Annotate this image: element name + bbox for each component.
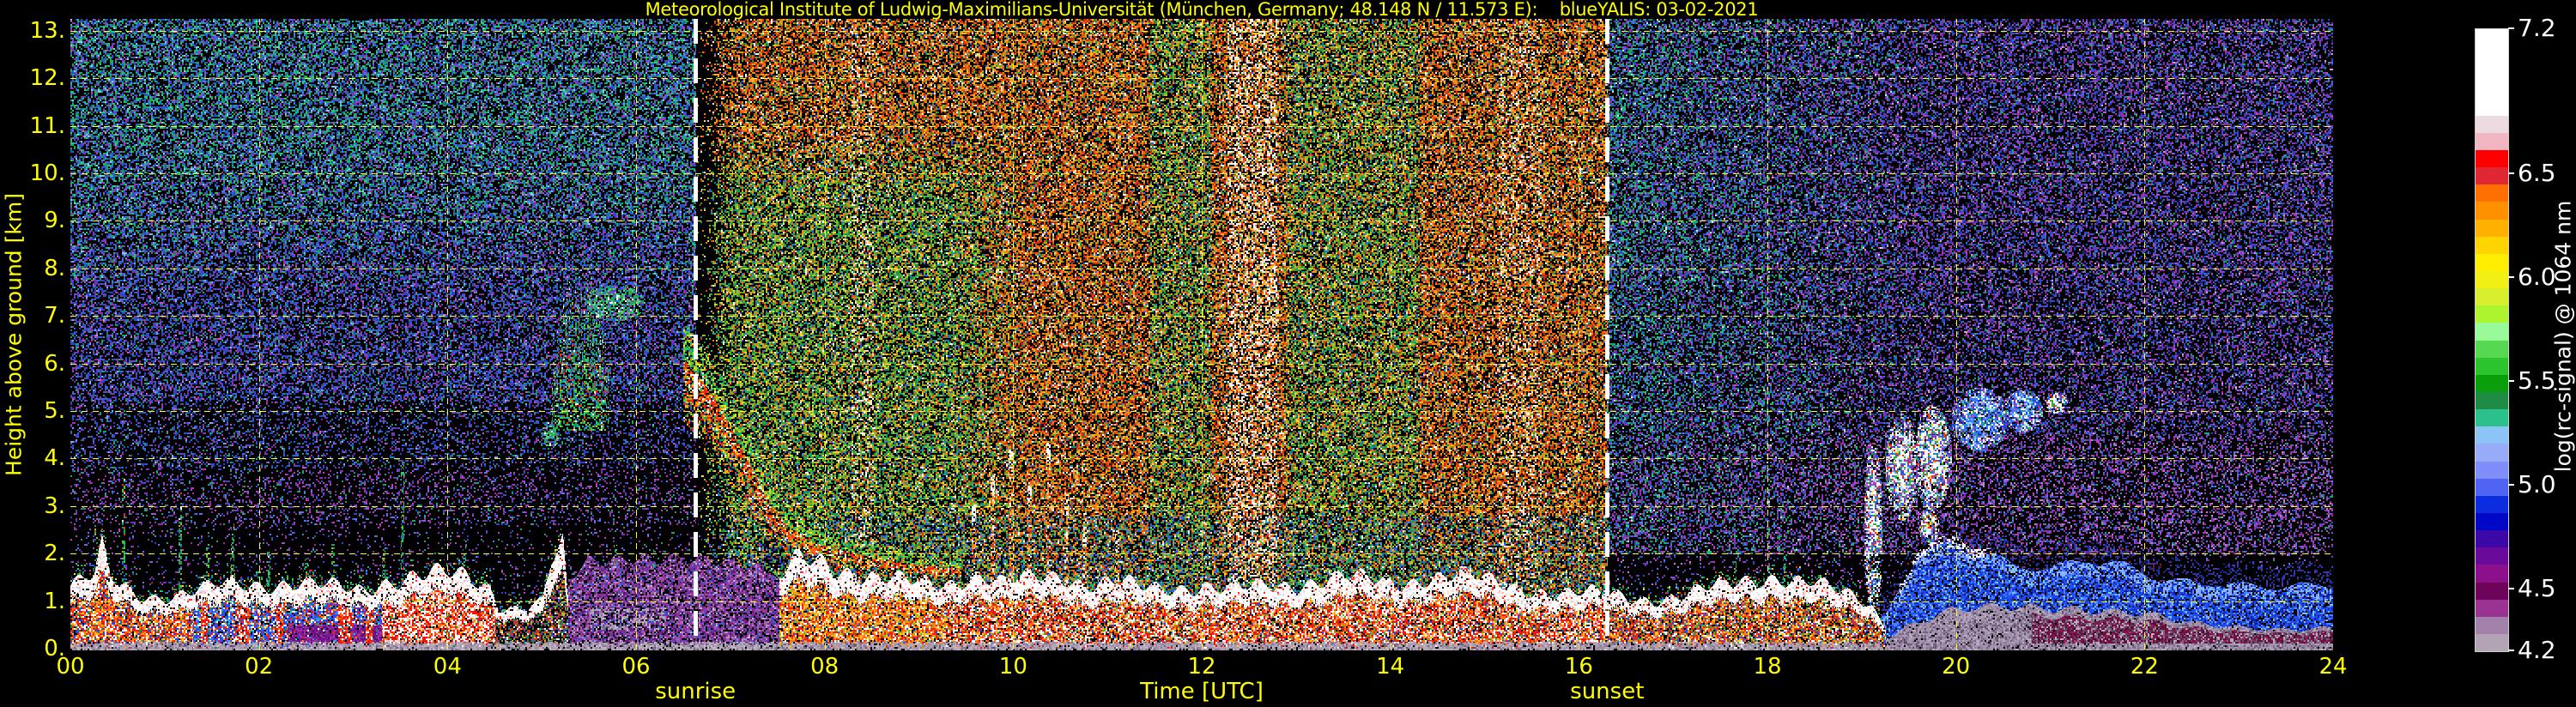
colorbar-segment xyxy=(2476,513,2508,530)
colorbar-tick-label: 5.0 xyxy=(2518,472,2556,498)
y-tick: 1. xyxy=(0,589,65,614)
colorbar-segment xyxy=(2476,99,2508,116)
colorbar-segment xyxy=(2476,150,2508,167)
colorbar-tickmark xyxy=(2508,650,2514,651)
sunrise-label: sunrise xyxy=(609,679,781,704)
colorbar xyxy=(2475,28,2509,652)
colorbar-segment xyxy=(2476,462,2508,479)
colorbar-tickmark xyxy=(2508,276,2514,278)
colorbar-segment xyxy=(2476,392,2508,409)
lidar-quicklook-figure: Meteorological Institute of Ludwig-Maxim… xyxy=(0,0,2576,707)
colorbar-tickmark xyxy=(2508,172,2514,174)
x-tick: 08 xyxy=(786,654,864,680)
colorbar-segment xyxy=(2476,29,2508,46)
colorbar-tick-label: 4.2 xyxy=(2518,638,2556,663)
y-tick: 4. xyxy=(0,445,65,471)
colorbar-segment xyxy=(2476,479,2508,496)
colorbar-segment xyxy=(2476,323,2508,340)
colorbar-segment xyxy=(2476,634,2508,651)
colorbar-segment xyxy=(2476,81,2508,98)
colorbar-segment xyxy=(2476,409,2508,426)
colorbar-segment xyxy=(2476,530,2508,547)
colorbar-segment xyxy=(2476,305,2508,323)
sunset-label: sunset xyxy=(1521,679,1693,704)
colorbar-tickmark xyxy=(2508,588,2514,589)
colorbar-segment xyxy=(2476,184,2508,202)
colorbar-label: log(rc-signal) @ 1064 nm xyxy=(2551,201,2576,473)
heatmap-canvas xyxy=(70,19,2333,650)
x-axis-label: Time [UTC] xyxy=(1090,679,1313,704)
colorbar-segment xyxy=(2476,583,2508,600)
colorbar-segment xyxy=(2476,617,2508,634)
x-tick: 06 xyxy=(597,654,675,680)
colorbar-segment xyxy=(2476,288,2508,305)
colorbar-segment xyxy=(2476,116,2508,133)
colorbar-tick-label: 4.5 xyxy=(2518,576,2556,601)
colorbar-segment xyxy=(2476,496,2508,513)
x-tick: 18 xyxy=(1729,654,1806,680)
colorbar-tickmark xyxy=(2508,380,2514,382)
x-tick: 00 xyxy=(32,654,109,680)
colorbar-segment xyxy=(2476,254,2508,271)
y-tick: 12. xyxy=(0,65,65,91)
y-tick: 3. xyxy=(0,493,65,519)
x-tick: 14 xyxy=(1352,654,1429,680)
x-tick: 22 xyxy=(2106,654,2183,680)
y-tick: 7. xyxy=(0,303,65,329)
colorbar-segment xyxy=(2476,133,2508,150)
colorbar-tick-label: 7.2 xyxy=(2518,15,2556,41)
figure-title: Meteorological Institute of Ludwig-Maxim… xyxy=(70,0,2333,19)
colorbar-segment xyxy=(2476,426,2508,444)
x-tick: 16 xyxy=(1540,654,1617,680)
colorbar-segment xyxy=(2476,444,2508,461)
colorbar-segment xyxy=(2476,167,2508,184)
colorbar-segment xyxy=(2476,341,2508,358)
y-axis-label: Height above ground [km] xyxy=(2,193,27,476)
x-tick: 10 xyxy=(974,654,1052,680)
colorbar-tick-label: 6.5 xyxy=(2518,160,2556,186)
colorbar-segment xyxy=(2476,271,2508,288)
colorbar-tickmark xyxy=(2508,484,2514,486)
y-tick: 8. xyxy=(0,256,65,281)
x-tick: 20 xyxy=(1918,654,1995,680)
y-tick: 5. xyxy=(0,398,65,424)
y-tick: 11. xyxy=(0,113,65,139)
y-tick: 9. xyxy=(0,208,65,233)
x-tick: 04 xyxy=(409,654,486,680)
colorbar-segment xyxy=(2476,237,2508,254)
colorbar-segment xyxy=(2476,220,2508,237)
colorbar-segment xyxy=(2476,547,2508,565)
x-tick: 24 xyxy=(2294,654,2372,680)
colorbar-tickmark xyxy=(2508,27,2514,29)
y-tick: 6. xyxy=(0,351,65,377)
colorbar-segment xyxy=(2476,358,2508,375)
colorbar-segment xyxy=(2476,565,2508,582)
x-tick: 02 xyxy=(221,654,298,680)
y-tick: 2. xyxy=(0,541,65,566)
colorbar-segment xyxy=(2476,46,2508,63)
colorbar-segment xyxy=(2476,600,2508,617)
colorbar-segment xyxy=(2476,202,2508,219)
y-tick: 10. xyxy=(0,160,65,186)
x-tick: 12 xyxy=(1163,654,1240,680)
colorbar-segment xyxy=(2476,63,2508,81)
colorbar-segment xyxy=(2476,375,2508,392)
y-tick: 13. xyxy=(0,18,65,44)
